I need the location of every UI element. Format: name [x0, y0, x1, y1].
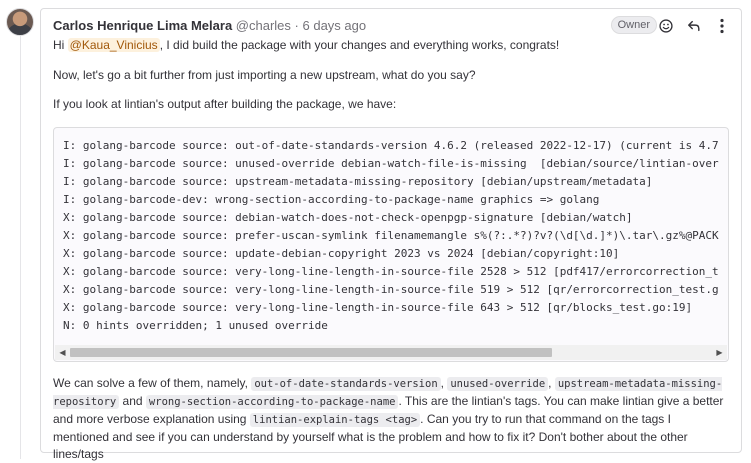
timeline-line: [20, 36, 21, 459]
code-line: X: golang-barcode source: very-long-line…: [63, 283, 719, 296]
avatar[interactable]: [6, 8, 34, 36]
greeting-suffix: , I did build the package with your chan…: [159, 38, 560, 52]
scroll-left-arrow-icon[interactable]: ◀: [55, 345, 70, 360]
add-reaction-button[interactable]: [655, 15, 677, 37]
p4-text-4: and: [119, 394, 146, 408]
code-lines: I: golang-barcode source: out-of-date-st…: [63, 137, 719, 335]
reply-icon: [688, 20, 700, 32]
inline-code-explain-tags: lintian-explain-tags <tag>: [249, 413, 421, 427]
kebab-menu-icon: [720, 18, 724, 34]
horizontal-scrollbar[interactable]: ◀ ▶: [55, 345, 727, 360]
greeting-prefix: Hi: [53, 38, 68, 52]
comment-paragraph-2: Now, let's go a bit further from just im…: [53, 68, 476, 82]
header-separator: ·: [294, 18, 299, 33]
code-line: I: golang-barcode source: upstream-metad…: [63, 175, 653, 188]
smile-icon: [659, 19, 673, 33]
p4-text-1: We can solve a few of them, namely,: [53, 376, 252, 390]
inline-code-standards: out-of-date-standards-version: [251, 377, 441, 391]
code-block: I: golang-barcode source: out-of-date-st…: [53, 127, 729, 362]
author-name[interactable]: Carlos Henrique Lima Melara: [53, 18, 232, 33]
timestamp[interactable]: 6 days ago: [303, 18, 367, 33]
comment-actions: [655, 15, 733, 35]
code-line: I: golang-barcode source: out-of-date-st…: [63, 139, 719, 152]
user-mention[interactable]: @Kaua_Vinicius: [67, 38, 160, 52]
code-line: I: golang-barcode-dev: wrong-section-acc…: [63, 193, 600, 206]
inline-code-unused-override: unused-override: [447, 377, 549, 391]
code-line: I: golang-barcode source: unused-overrid…: [63, 157, 719, 170]
comment-card: Carlos Henrique Lima Melara @charles · 6…: [40, 8, 742, 461]
author-username[interactable]: @charles: [236, 18, 291, 33]
inline-code-wrong-section: wrong-section-according-to-package-name: [145, 395, 399, 409]
comment-paragraph-3: If you look at lintian's output after bu…: [53, 97, 397, 111]
code-line: X: golang-barcode source: update-debian-…: [63, 247, 620, 260]
more-actions-button[interactable]: [711, 15, 733, 37]
code-line: X: golang-barcode source: debian-watch-d…: [63, 211, 633, 224]
comment-paragraph-greeting: Hi @Kaua_Vinicius, I did build the packa…: [53, 37, 728, 54]
code-line: X: golang-barcode source: very-long-line…: [63, 265, 719, 278]
scroll-right-arrow-icon[interactable]: ▶: [712, 345, 727, 360]
code-line: X: golang-barcode source: prefer-uscan-s…: [63, 229, 719, 242]
role-badge: Owner: [610, 16, 657, 34]
scrollbar-thumb[interactable]: [70, 348, 552, 357]
comment-paragraph-4: We can solve a few of them, namely, out-…: [53, 375, 728, 463]
reply-button[interactable]: [683, 15, 705, 37]
code-line: N: 0 hints overridden; 1 unused override: [63, 319, 328, 332]
p4-text-3: ,: [548, 376, 555, 390]
code-line: X: golang-barcode source: very-long-line…: [63, 301, 693, 314]
